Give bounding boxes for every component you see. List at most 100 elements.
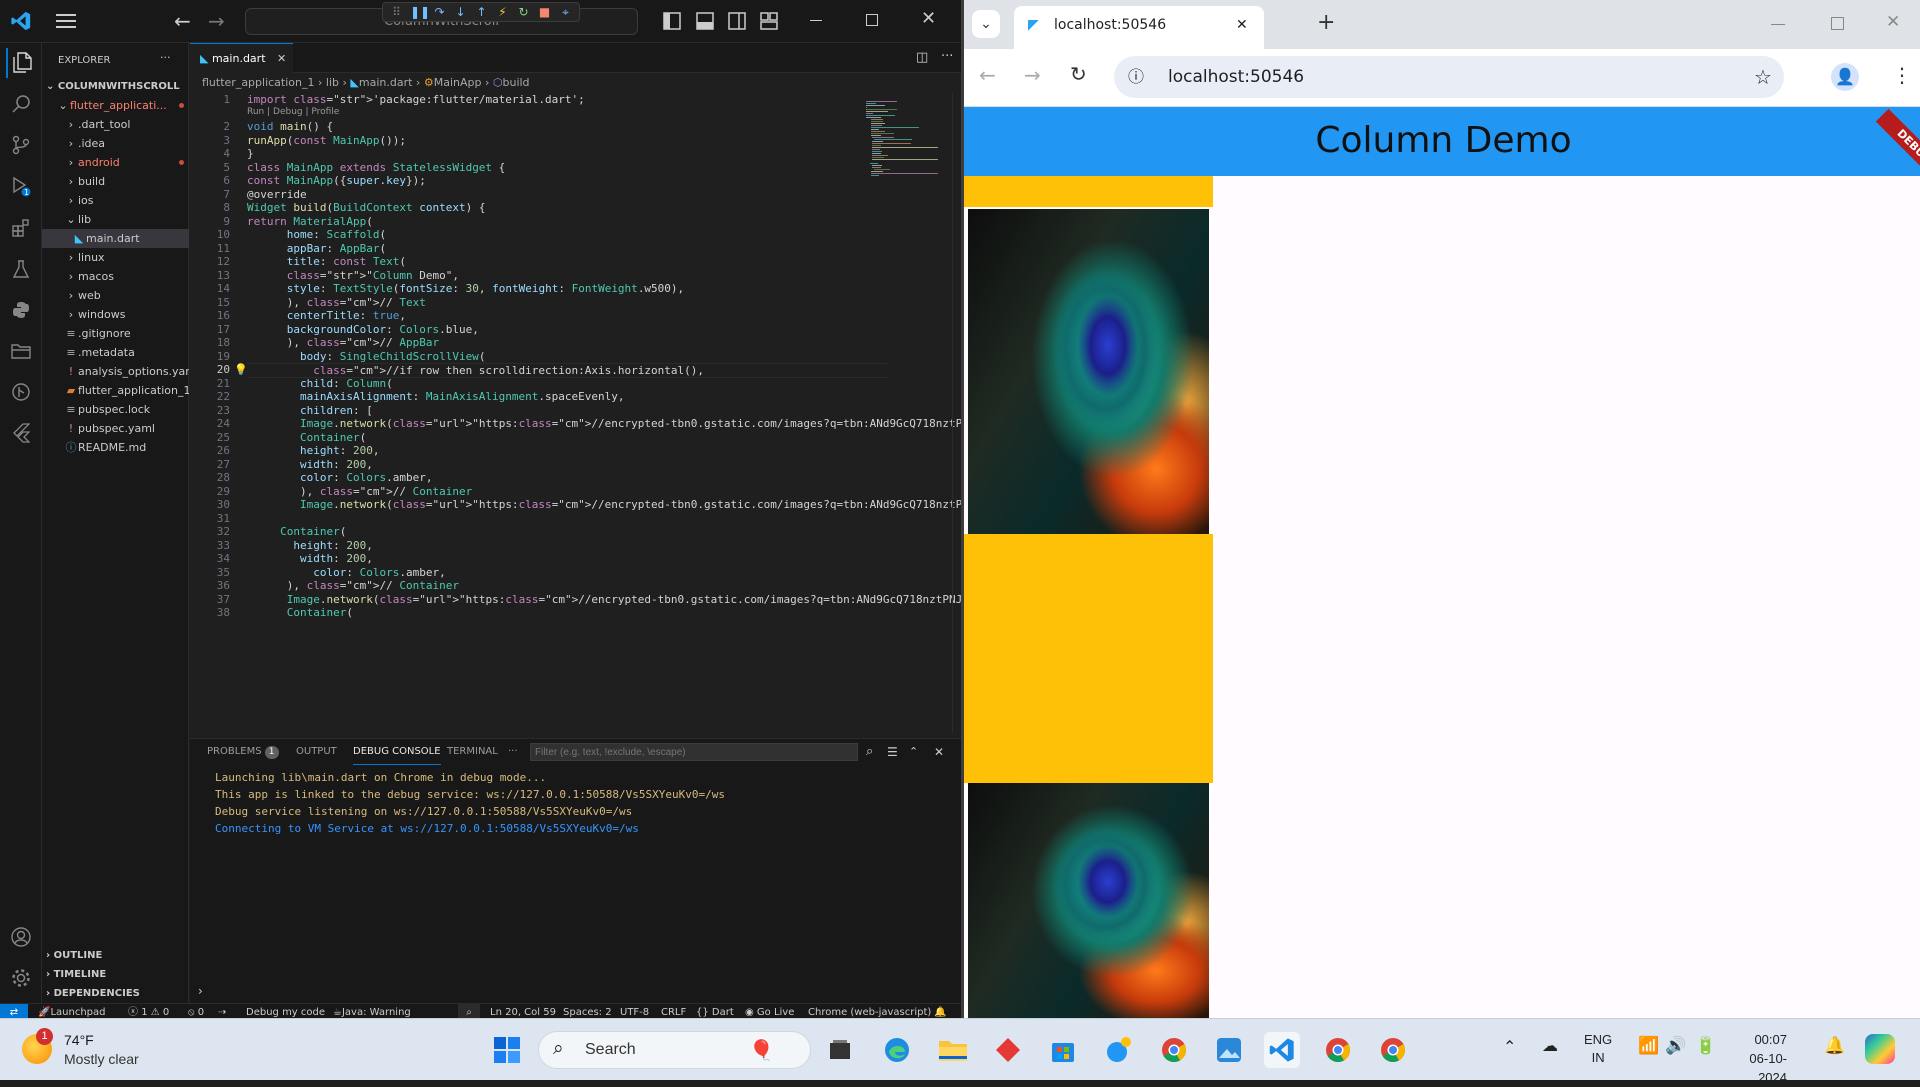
file-item[interactable]: ! pubspec.yaml [42, 419, 189, 438]
menu-icon[interactable] [56, 12, 78, 30]
photos-icon[interactable] [1211, 1032, 1247, 1068]
lightbulb-icon[interactable]: 💡 [234, 363, 248, 376]
java-status[interactable]: ☕Java: Warning [333, 1004, 411, 1018]
tab-close-icon[interactable]: ✕ [1236, 6, 1248, 44]
file-item[interactable]: ≡ pubspec.lock [42, 400, 189, 419]
breadcrumb-item[interactable]: build [502, 76, 529, 89]
problems-status[interactable]: ⓧ 1 ⚠ 0 [128, 1004, 169, 1018]
zoom-icon[interactable]: ⌕ [458, 1004, 480, 1018]
tab-output[interactable]: OUTPUT [296, 739, 337, 765]
launchpad-item[interactable]: 🚀Launchpad [38, 1004, 106, 1018]
browser-menu-icon[interactable]: ⋮ [1892, 63, 1912, 87]
extensions-icon[interactable] [6, 213, 36, 243]
edge-icon[interactable] [879, 1032, 915, 1068]
microsoft-store-icon[interactable] [1045, 1032, 1081, 1068]
breadcrumb-item[interactable]: lib [326, 76, 339, 89]
nav-back-icon[interactable]: ← [174, 9, 191, 33]
browser-close-icon[interactable]: ✕ [1886, 12, 1900, 32]
toggle-secondary-sidebar-icon[interactable] [728, 12, 746, 34]
source-control-icon[interactable] [6, 130, 36, 160]
folder-item[interactable]: › android [42, 153, 189, 172]
dependencies-section[interactable]: › DEPENDENCIES [42, 984, 189, 1003]
browser-tab[interactable]: ◤ localhost:50546 ✕ [1014, 6, 1264, 49]
folder-item[interactable]: › .dart_tool [42, 115, 189, 134]
vscode-taskbar-icon[interactable] [1264, 1032, 1300, 1068]
maximize-panel-icon[interactable]: ⌃ [909, 739, 918, 765]
inspect-widget-icon[interactable]: ⌖ [558, 4, 573, 20]
show-hidden-icons-icon[interactable]: ⌃ [1503, 1037, 1516, 1057]
editor-scrollbar[interactable] [952, 93, 961, 733]
breadcrumb-item[interactable]: MainApp [434, 76, 482, 89]
browser-minimize-icon[interactable] [1771, 24, 1785, 25]
breadcrumb-item[interactable]: main.dart [359, 76, 413, 89]
outline-section[interactable]: › OUTLINE [42, 946, 189, 965]
notifications-bell-icon[interactable]: 🔔 [934, 1004, 946, 1018]
tab-close-icon[interactable]: ✕ [277, 44, 286, 73]
close-icon[interactable]: ✕ [921, 8, 936, 29]
explorer-more-icon[interactable]: ··· [160, 48, 180, 67]
reload-icon[interactable]: ↻ [1070, 62, 1087, 86]
folder-item[interactable]: › macos [42, 267, 189, 286]
find-icon[interactable]: ⌕ [866, 739, 873, 765]
git-graph-icon[interactable] [6, 377, 36, 407]
step-into-icon[interactable]: ↓ [453, 4, 468, 20]
step-out-icon[interactable]: ↑ [474, 4, 489, 20]
app-blue-sun-icon[interactable] [1101, 1032, 1137, 1068]
language-indicator[interactable]: ENG IN [1584, 1031, 1612, 1067]
maximize-icon[interactable] [866, 14, 878, 26]
file-item[interactable]: ⓘ README.md [42, 438, 189, 457]
breadcrumb-item[interactable]: flutter_application_1 [202, 76, 315, 89]
ports-status[interactable]: ⦸ 0 [188, 1004, 204, 1018]
folder-item[interactable]: ⌄ flutter_applicati... [42, 96, 189, 115]
nav-forward-icon[interactable]: → [208, 9, 225, 33]
timeline-section[interactable]: › TIMELINE [42, 965, 189, 984]
encoding[interactable]: UTF-8 [620, 1004, 649, 1018]
folder-item[interactable]: › build [42, 172, 189, 191]
folder-item[interactable]: › .idea [42, 134, 189, 153]
settings-gear-icon[interactable] [6, 963, 36, 993]
code-editor[interactable]: Run | Debug | Profile 1 import class="str"… [190, 93, 961, 733]
panel-more-icon[interactable]: ··· [508, 739, 518, 765]
start-button[interactable] [489, 1032, 525, 1068]
clock[interactable]: 00:07 06-10-2024 [1735, 1030, 1787, 1087]
split-editor-icon[interactable]: ◫ [916, 50, 928, 65]
editor-more-icon[interactable]: ··· [941, 49, 953, 64]
chrome-icon[interactable] [1320, 1032, 1356, 1068]
file-explorer-icon[interactable] [935, 1032, 971, 1068]
go-live-button[interactable]: ◉ Go Live [745, 1004, 794, 1018]
stop-icon[interactable]: ■ [537, 4, 552, 20]
flutter-scroll-body[interactable] [964, 176, 1920, 1018]
indentation[interactable]: Spaces: 2 [563, 1004, 612, 1018]
onedrive-offline-icon[interactable]: ☁ [1542, 1036, 1558, 1056]
file-item[interactable]: ≡ .gitignore [42, 324, 189, 343]
account-icon[interactable] [6, 922, 36, 952]
browser-maximize-icon[interactable] [1831, 17, 1844, 30]
cursor-position[interactable]: Ln 20, Col 59 [490, 1004, 556, 1018]
tab-main-dart[interactable]: ◣ main.dart ✕ [190, 43, 293, 73]
taskbar-search[interactable]: ⌕ Search 🎈 [538, 1031, 811, 1069]
notification-bell-icon[interactable]: 🔔 [1824, 1036, 1845, 1056]
testing-icon[interactable] [6, 254, 36, 284]
site-info-icon[interactable]: ⓘ [1128, 56, 1144, 98]
toggle-panel-icon[interactable] [696, 12, 714, 34]
python-icon[interactable] [6, 295, 36, 325]
debug-config[interactable]: Debug my code [246, 1004, 325, 1018]
new-tab-icon[interactable]: + [1317, 10, 1335, 35]
drag-handle-icon[interactable]: ⠿ [389, 4, 404, 20]
profile-avatar-icon[interactable]: 👤 [1831, 63, 1859, 91]
search-icon[interactable] [6, 89, 36, 119]
wifi-icon[interactable]: 📶 [1638, 1036, 1659, 1056]
tab-problems[interactable]: PROBLEMS 1 [207, 739, 279, 765]
address-bar[interactable]: ⓘ localhost:50546 ☆ [1114, 56, 1784, 98]
file-item[interactable]: ! analysis_options.yaml [42, 362, 189, 381]
customize-layout-icon[interactable] [760, 12, 778, 34]
file-item[interactable]: ▰flutter_application_1.... [42, 381, 189, 400]
step-over-icon[interactable]: ↷ [432, 4, 447, 20]
tab-terminal[interactable]: TERMINAL [447, 739, 498, 765]
pause-icon[interactable]: ❚❚ [410, 4, 430, 20]
folder-item[interactable]: › linux [42, 248, 189, 267]
folder-item[interactable]: › windows [42, 305, 189, 324]
restart-icon[interactable]: ↻ [516, 4, 531, 20]
folder-icon[interactable] [6, 336, 36, 366]
app-red-diamond-icon[interactable] [990, 1032, 1026, 1068]
